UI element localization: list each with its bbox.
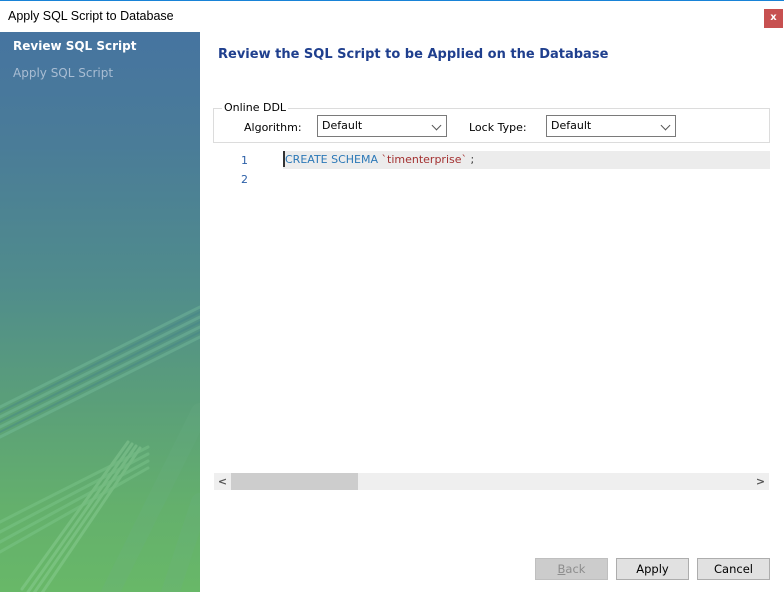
code-line: CREATE SCHEMA `timenterprise` ;: [285, 153, 474, 166]
line-number: 1: [241, 154, 248, 167]
close-button[interactable]: x: [764, 9, 783, 28]
page-heading: Review the SQL Script to be Applied on t…: [218, 47, 609, 62]
sql-editor[interactable]: 1 2 CREATE SCHEMA `timenterprise` ;: [213, 149, 770, 469]
dialog-window: Apply SQL Script to Database x Review SQ…: [0, 0, 784, 592]
text-caret: [283, 151, 285, 167]
apply-button[interactable]: Apply: [616, 558, 689, 580]
scrollbar-thumb[interactable]: [231, 473, 358, 490]
lock-type-label: Lock Type:: [469, 121, 527, 134]
chevron-down-icon: [431, 120, 442, 131]
scroll-left-icon[interactable]: <: [214, 473, 231, 490]
chevron-down-icon: [660, 120, 671, 131]
lock-type-select[interactable]: Default: [546, 115, 676, 137]
wizard-sidebar: Review SQL Script Apply SQL Script: [0, 32, 200, 592]
back-label: ack: [565, 562, 586, 576]
online-ddl-group: Online DDL Algorithm: Default Lock Type:…: [213, 101, 770, 143]
content-panel: Review the SQL Script to be Applied on t…: [200, 32, 784, 592]
sql-keyword: CREATE SCHEMA: [285, 153, 379, 166]
close-icon: x: [770, 12, 777, 23]
scroll-right-icon[interactable]: >: [752, 473, 769, 490]
back-button[interactable]: Back: [535, 558, 608, 580]
algorithm-value: Default: [322, 119, 363, 132]
sql-terminator: ;: [470, 153, 475, 166]
horizontal-scrollbar[interactable]: < >: [214, 473, 769, 490]
sql-identifier: `timenterprise`: [381, 153, 468, 166]
title-bar: Apply SQL Script to Database x: [0, 2, 784, 31]
algorithm-label: Algorithm:: [244, 121, 302, 134]
algorithm-select[interactable]: Default: [317, 115, 447, 137]
cancel-button[interactable]: Cancel: [697, 558, 770, 580]
sidebar-item-apply-sql-script: Apply SQL Script: [13, 66, 114, 80]
online-ddl-legend: Online DDL: [222, 101, 289, 114]
lock-type-value: Default: [551, 119, 592, 132]
sidebar-decoration: [0, 305, 200, 592]
line-number: 2: [241, 173, 248, 186]
sidebar-item-review-sql-script: Review SQL Script: [13, 39, 137, 53]
window-title: Apply SQL Script to Database: [8, 9, 174, 23]
